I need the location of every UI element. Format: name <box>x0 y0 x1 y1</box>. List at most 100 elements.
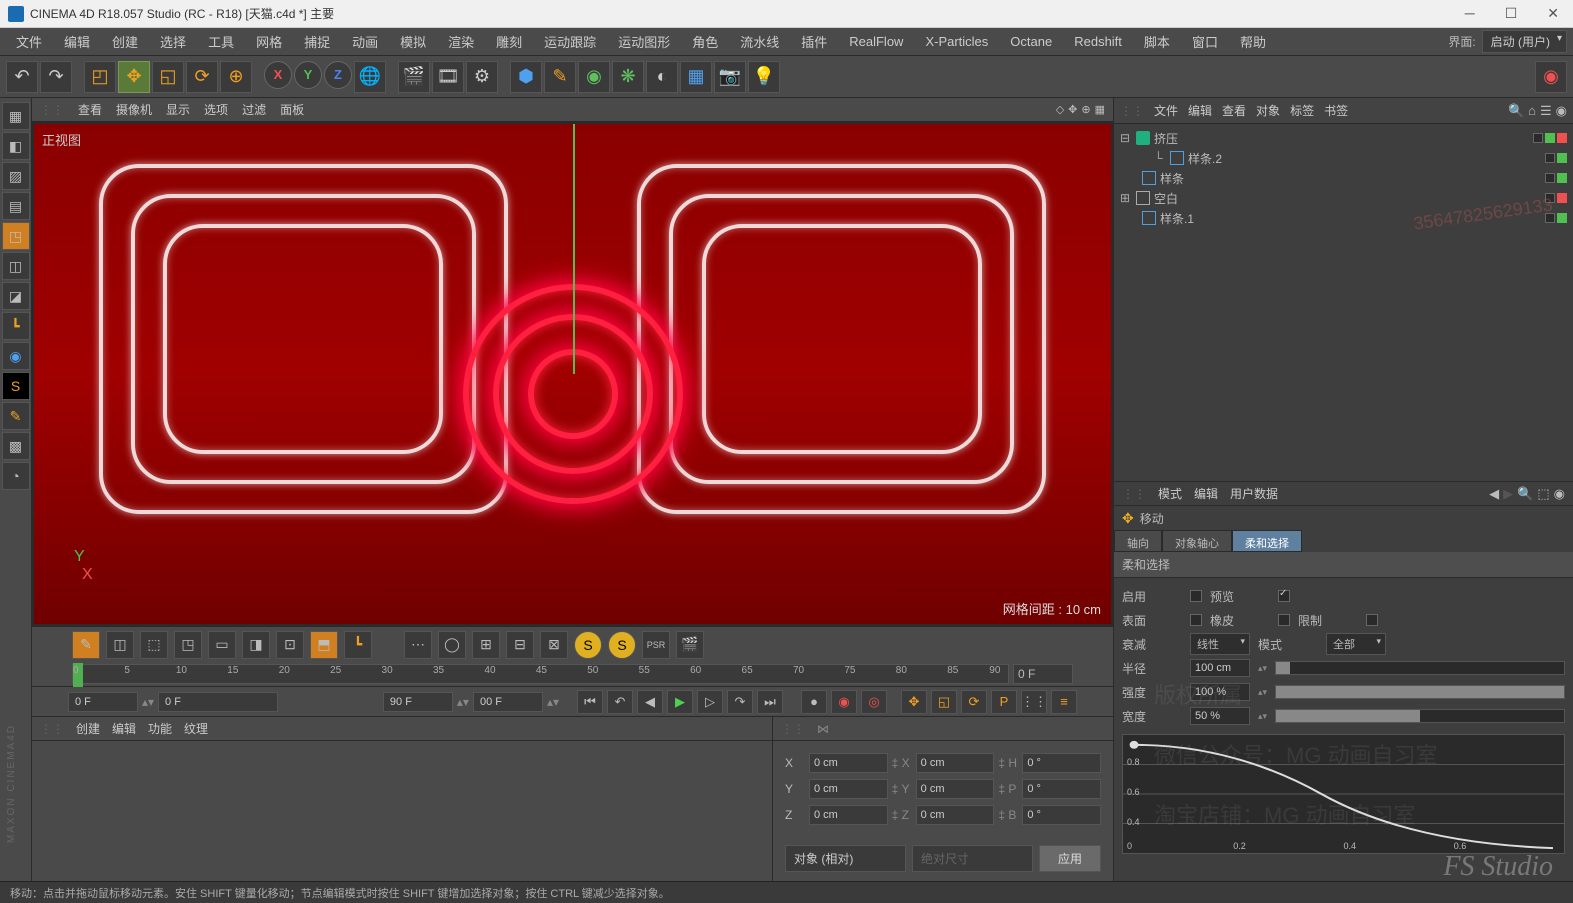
render-view[interactable]: 🎬 <box>398 61 430 93</box>
range-end-field[interactable] <box>383 692 453 712</box>
viewport-solo[interactable]: ◔ <box>2 462 30 490</box>
lt-4[interactable]: ▭ <box>208 631 236 659</box>
menu-redshift[interactable]: Redshift <box>1064 30 1132 53</box>
lt-1[interactable]: ◫ <box>106 631 134 659</box>
render-settings[interactable]: ⚙ <box>466 61 498 93</box>
menu-script[interactable]: 脚本 <box>1134 28 1180 55</box>
pos-key-button[interactable]: ✥ <box>901 690 927 714</box>
z-axis-lock[interactable]: Z <box>324 61 352 89</box>
coord-system[interactable]: 🌐 <box>354 61 386 93</box>
lt-circle[interactable]: ◯ <box>438 631 466 659</box>
minimize-button[interactable]: ─ <box>1459 3 1481 24</box>
texture-mode[interactable]: ▨ <box>2 162 30 190</box>
vis-tag[interactable] <box>1545 173 1555 183</box>
eye-icon[interactable]: ◉ <box>1556 103 1567 119</box>
coord-size-dd[interactable]: 绝对尺寸 <box>912 845 1033 872</box>
uv-mode[interactable]: ◉ <box>2 342 30 370</box>
coord-apply-button[interactable]: 应用 <box>1039 845 1101 872</box>
menu-render[interactable]: 渲染 <box>438 28 484 55</box>
preview-checkbox[interactable] <box>1278 590 1290 602</box>
rotate-tool[interactable]: ⟳ <box>186 61 218 93</box>
menu-simulate[interactable]: 模拟 <box>390 28 436 55</box>
menu-plugins[interactable]: 插件 <box>791 28 837 55</box>
rubber-checkbox[interactable] <box>1278 614 1290 626</box>
menu-pipeline[interactable]: 流水线 <box>730 28 789 55</box>
x-axis-lock[interactable]: X <box>264 61 292 89</box>
camera-icon[interactable]: 📷 <box>714 61 746 93</box>
viewport[interactable]: 正视图 网格间距 : 10 cm YX <box>32 122 1113 626</box>
mesh-check[interactable]: ▩ <box>2 432 30 460</box>
size-y[interactable] <box>916 779 995 799</box>
collapse-icon[interactable]: ⊟ <box>1120 131 1132 145</box>
vp-zoom-icon[interactable]: ⊕ <box>1081 103 1090 116</box>
prev-key-button[interactable]: ↶ <box>607 690 633 714</box>
deformer[interactable]: ◐ <box>646 61 678 93</box>
render-tag[interactable] <box>1557 173 1567 183</box>
width-slider[interactable] <box>1275 709 1565 723</box>
radius-slider[interactable] <box>1275 661 1565 675</box>
obj-row-spline[interactable]: 样条 <box>1118 168 1569 188</box>
search-icon[interactable]: 🔍 <box>1517 486 1533 502</box>
menu-character[interactable]: 角色 <box>682 28 728 55</box>
render-tag[interactable] <box>1545 133 1555 143</box>
vp-pan-icon[interactable]: ✥ <box>1068 103 1077 116</box>
lt-grid[interactable]: ⊞ <box>472 631 500 659</box>
menu-motion-track[interactable]: 运动跟踪 <box>534 28 606 55</box>
redo-button[interactable]: ↷ <box>40 61 72 93</box>
menu-sculpt[interactable]: 雕刻 <box>486 28 532 55</box>
filter-icon[interactable]: ☰ <box>1540 103 1552 119</box>
menu-tools[interactable]: 工具 <box>198 28 244 55</box>
fwd-icon[interactable]: ▶ <box>1503 486 1513 502</box>
spinner-icon[interactable]: ▴▾ <box>547 695 559 709</box>
object-mode[interactable]: ◧ <box>2 132 30 160</box>
recent-tool[interactable]: ⊕ <box>220 61 252 93</box>
render-tag[interactable] <box>1557 193 1567 203</box>
close-button[interactable]: ✕ <box>1541 3 1565 24</box>
primitive-cube[interactable]: ⬢ <box>510 61 542 93</box>
extra-tag[interactable] <box>1557 133 1567 143</box>
lt-6[interactable]: ⊡ <box>276 631 304 659</box>
menu-realflow[interactable]: RealFlow <box>839 30 913 53</box>
back-icon[interactable]: ◀ <box>1489 486 1499 502</box>
render-tag[interactable] <box>1557 213 1567 223</box>
lt-snap2[interactable]: ⊠ <box>540 631 568 659</box>
key-list-button[interactable]: ≡ <box>1051 690 1077 714</box>
lt-7[interactable]: ⬒ <box>310 631 338 659</box>
om-object[interactable]: 对象 <box>1256 102 1280 119</box>
vp-menu-options[interactable]: 选项 <box>204 101 228 118</box>
lt-3[interactable]: ◳ <box>174 631 202 659</box>
next-key-button[interactable]: ↷ <box>727 690 753 714</box>
render-tag[interactable] <box>1557 153 1567 163</box>
light-icon[interactable]: 💡 <box>748 61 780 93</box>
menu-window[interactable]: 窗口 <box>1182 28 1228 55</box>
am-mode[interactable]: 模式 <box>1158 485 1182 502</box>
menu-edit[interactable]: 编辑 <box>54 28 100 55</box>
time-current-field[interactable] <box>473 692 543 712</box>
om-bookmarks[interactable]: 书签 <box>1324 102 1348 119</box>
om-tags[interactable]: 标签 <box>1290 102 1314 119</box>
goto-end-button[interactable]: ⏭ <box>757 690 783 714</box>
menu-mesh[interactable]: 网格 <box>246 28 292 55</box>
vp-nav-icon[interactable]: ◇ <box>1056 103 1064 116</box>
lt-clapper[interactable]: 🎬 <box>676 631 704 659</box>
object-tree[interactable]: ⊟ 挤压 └ 样条.2 样条 ⊞ 空白 <box>1114 124 1573 481</box>
point-mode[interactable]: ◳ <box>2 222 30 250</box>
lock-icon[interactable]: ⬚ <box>1537 486 1549 502</box>
obj-name[interactable]: 样条 <box>1160 170 1545 187</box>
spinner-icon[interactable]: ▴▾ <box>1258 687 1267 698</box>
link-icon[interactable]: ⋈ <box>817 722 829 736</box>
generator-nurbs[interactable]: ◉ <box>578 61 610 93</box>
move-tool[interactable]: ✥ <box>118 61 150 93</box>
vp-menu-display[interactable]: 显示 <box>166 101 190 118</box>
spinner-icon[interactable]: ▴▾ <box>142 695 154 709</box>
obj-name[interactable]: 挤压 <box>1154 130 1533 147</box>
om-edit[interactable]: 编辑 <box>1188 102 1212 119</box>
menu-snap[interactable]: 捕捉 <box>294 28 340 55</box>
coord-mode-dd[interactable]: 对象 (相对) <box>785 845 906 872</box>
size-x[interactable] <box>916 753 995 773</box>
menu-create[interactable]: 创建 <box>102 28 148 55</box>
enable-checkbox[interactable] <box>1190 590 1202 602</box>
lt-5[interactable]: ◨ <box>242 631 270 659</box>
mat-create[interactable]: 创建 <box>76 720 100 737</box>
goto-start-button[interactable]: ⏮ <box>577 690 603 714</box>
